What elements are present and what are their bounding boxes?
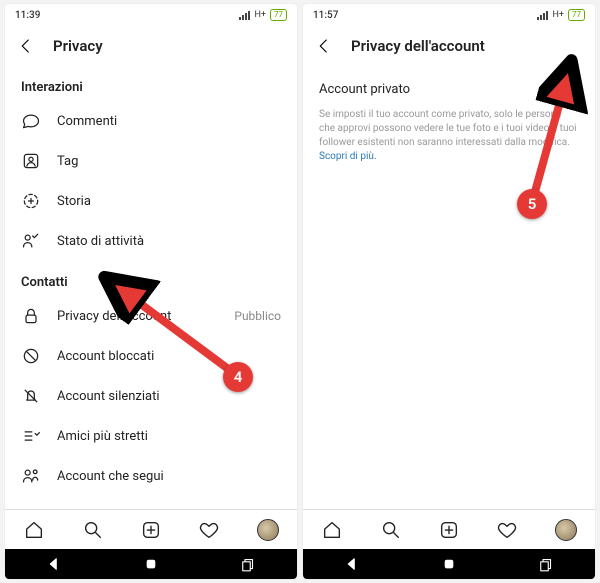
story-icon xyxy=(21,191,41,211)
settings-content: Account privato Se imposti il tuo accoun… xyxy=(303,66,595,509)
nav-add-icon[interactable] xyxy=(438,519,460,541)
status-bar: 11:39 H+ 77 xyxy=(5,4,297,26)
nav-activity-icon[interactable] xyxy=(198,519,220,541)
row-muted[interactable]: Account silenziati xyxy=(5,376,297,416)
signal-icon xyxy=(239,11,250,20)
lock-icon xyxy=(21,306,41,326)
row-label: Account bloccati xyxy=(57,349,154,364)
settings-list: Interazioni Commenti Tag Storia Stato di… xyxy=(5,66,297,509)
network-type: H+ xyxy=(552,10,564,20)
activity-icon xyxy=(21,231,41,251)
network-type: H+ xyxy=(254,10,266,20)
page-title: Privacy dell'account xyxy=(351,37,485,55)
row-label: Storia xyxy=(57,194,91,209)
comment-icon xyxy=(21,111,41,131)
private-account-description: Se imposti il tuo account come privato, … xyxy=(303,102,595,164)
soft-back-icon[interactable] xyxy=(343,555,361,573)
status-time: 11:39 xyxy=(15,10,40,21)
soft-home-icon[interactable] xyxy=(440,555,458,573)
bottom-nav xyxy=(303,509,595,549)
status-time: 11:57 xyxy=(313,10,338,21)
nav-home-icon[interactable] xyxy=(321,519,343,541)
row-label: Account che segui xyxy=(57,469,164,484)
page-title: Privacy xyxy=(53,37,103,55)
nav-activity-icon[interactable] xyxy=(496,519,518,541)
toggle-label: Account privato xyxy=(319,82,410,97)
bottom-nav xyxy=(5,509,297,549)
nav-home-icon[interactable] xyxy=(23,519,45,541)
soft-recent-icon[interactable] xyxy=(537,555,555,573)
row-comments[interactable]: Commenti xyxy=(5,101,297,141)
row-private-account: Account privato xyxy=(303,66,595,102)
row-label: Tag xyxy=(57,154,78,169)
blocked-icon xyxy=(21,346,41,366)
row-label: Stato di attività xyxy=(57,234,144,249)
back-icon[interactable] xyxy=(315,37,333,55)
section-interactions-label: Interazioni xyxy=(5,66,297,101)
row-label: Privacy dell'account xyxy=(57,309,171,324)
screen-privacy: 11:39 H+ 77 Privacy Interazioni Commenti… xyxy=(5,4,297,579)
row-label: Account silenziati xyxy=(57,389,160,404)
row-trail: Pubblico xyxy=(234,309,281,323)
row-activity[interactable]: Stato di attività xyxy=(5,221,297,261)
section-contacts-label: Contatti xyxy=(5,261,297,296)
nav-search-icon[interactable] xyxy=(380,519,402,541)
soft-home-icon[interactable] xyxy=(142,555,160,573)
header: Privacy dell'account xyxy=(303,26,595,66)
learn-more-link[interactable]: Scopri di più. xyxy=(319,151,377,162)
muted-icon xyxy=(21,386,41,406)
nav-search-icon[interactable] xyxy=(82,519,104,541)
header: Privacy xyxy=(5,26,297,66)
android-softkeys xyxy=(5,549,297,579)
following-icon xyxy=(21,466,41,486)
row-label: Amici più stretti xyxy=(57,429,148,444)
battery-icon: 77 xyxy=(568,9,585,21)
nav-profile-icon[interactable] xyxy=(555,519,577,541)
row-close-friends[interactable]: Amici più stretti xyxy=(5,416,297,456)
nav-profile-icon[interactable] xyxy=(257,519,279,541)
soft-recent-icon[interactable] xyxy=(239,555,257,573)
tag-icon xyxy=(21,151,41,171)
row-label: Commenti xyxy=(57,114,117,129)
android-softkeys xyxy=(303,549,595,579)
row-story[interactable]: Storia xyxy=(5,181,297,221)
row-account-privacy[interactable]: Privacy dell'account Pubblico xyxy=(5,296,297,336)
row-tag[interactable]: Tag xyxy=(5,141,297,181)
soft-back-icon[interactable] xyxy=(45,555,63,573)
screen-account-privacy: 11:57 H+ 77 Privacy dell'account Account… xyxy=(303,4,595,579)
nav-add-icon[interactable] xyxy=(140,519,162,541)
private-account-toggle[interactable] xyxy=(545,80,579,98)
back-icon[interactable] xyxy=(17,37,35,55)
row-following[interactable]: Account che segui xyxy=(5,456,297,496)
row-blocked[interactable]: Account bloccati xyxy=(5,336,297,376)
status-bar: 11:57 H+ 77 xyxy=(303,4,595,26)
close-friends-icon xyxy=(21,426,41,446)
signal-icon xyxy=(537,11,548,20)
battery-icon: 77 xyxy=(270,9,287,21)
